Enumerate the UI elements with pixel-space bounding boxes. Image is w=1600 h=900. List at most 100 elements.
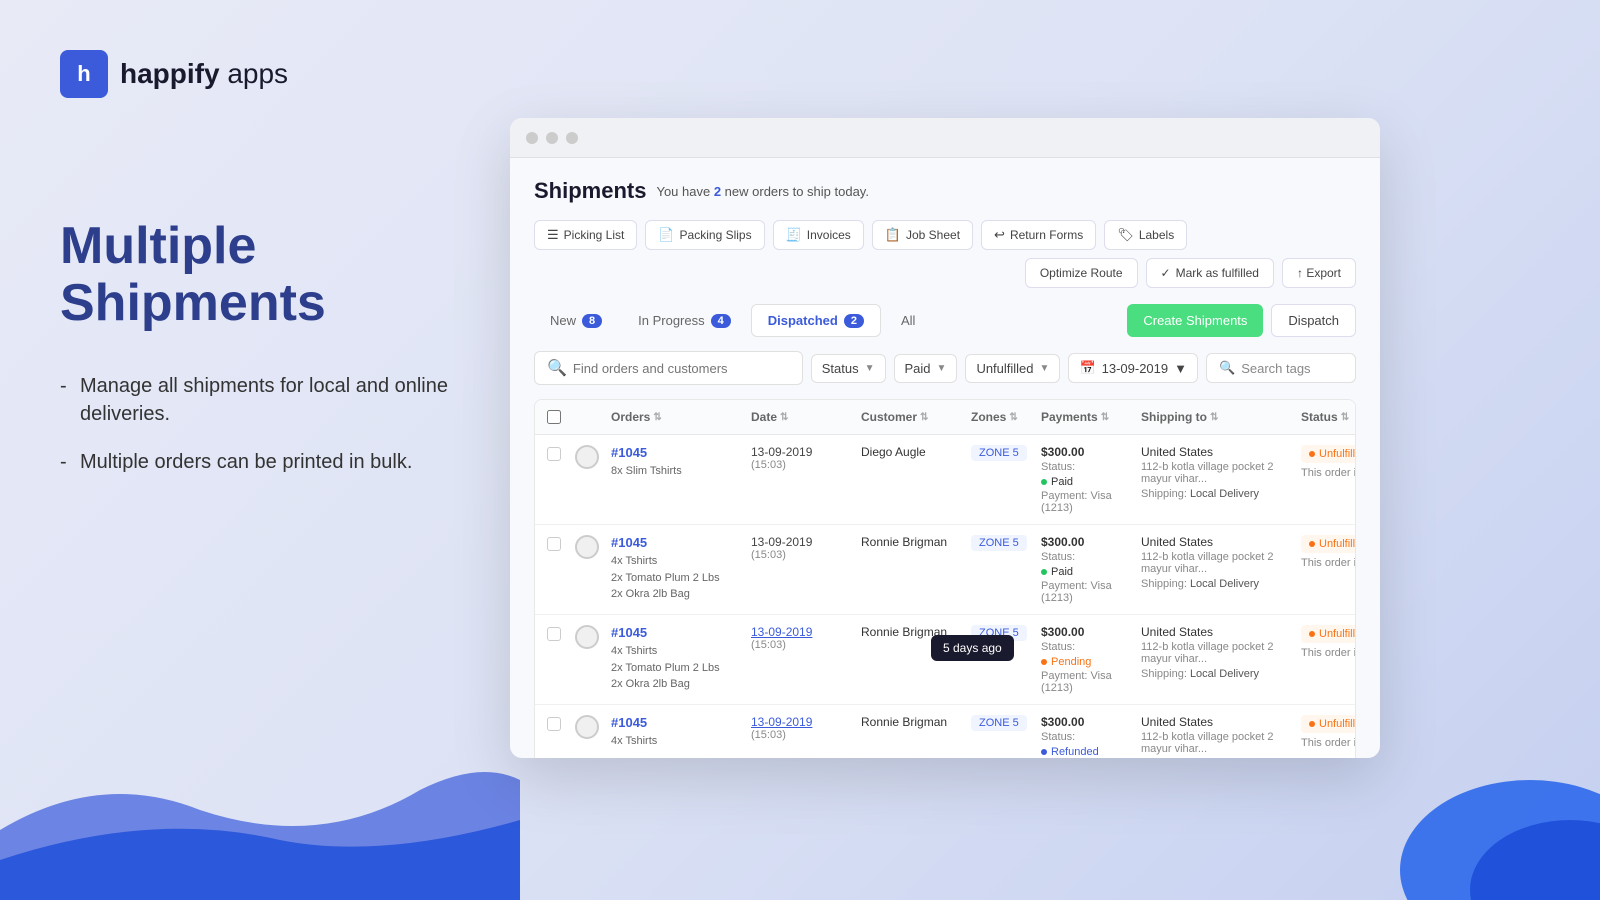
row2-checkbox[interactable] (547, 537, 561, 551)
table-row: #1045 4x Tshirts 13-09-2019 (15:03) Ronn… (535, 705, 1355, 758)
row1-status-dot[interactable] (575, 445, 611, 469)
status-filter[interactable]: Status ▼ (811, 354, 886, 383)
tab-dispatched-label: Dispatched (768, 313, 838, 328)
header-shipping[interactable]: Shipping to ⇅ (1141, 410, 1301, 424)
labels-button[interactable]: 🏷 Labels (1104, 220, 1187, 250)
row1-unshipped-text: This order is unshipped (1301, 467, 1356, 479)
row4-shipping-country: United States (1141, 715, 1301, 729)
row1-paid-label: Paid (1051, 476, 1073, 488)
row2-customer: Ronnie Brigman (861, 535, 971, 549)
row2-shipping-type-cell: Shipping: Local Delivery (1141, 578, 1301, 590)
row4-customer: Ronnie Brigman (861, 715, 971, 729)
row2-status-dot[interactable] (575, 535, 611, 559)
row1-order-link[interactable]: #1045 (611, 445, 751, 460)
page-header: Shipments You have 2 new orders to ship … (534, 178, 1356, 204)
row3-amount: $300.00 (1041, 625, 1141, 639)
row1-status-cell: Unfulfilled This order is unshipped (1301, 445, 1356, 479)
job-sheet-button[interactable]: 📋 Job Sheet (872, 220, 973, 250)
row2-zone: ZONE 5 (971, 535, 1041, 551)
row3-checkbox[interactable] (547, 627, 561, 641)
maximize-dot[interactable] (566, 132, 578, 144)
row1-order-items: 8x Slim Tshirts (611, 463, 751, 480)
row1-date-cell: 13-09-2019 (15:03) (751, 445, 861, 471)
bullets-list: Manage all shipments for local and onlin… (60, 372, 460, 476)
row1-checkbox-cell[interactable] (547, 445, 575, 461)
dispatch-button[interactable]: Dispatch (1271, 304, 1356, 337)
row3-order-link[interactable]: #1045 (611, 625, 751, 640)
tab-new-badge: 8 (582, 314, 602, 328)
header-customer[interactable]: Customer ⇅ (861, 410, 971, 424)
invoices-button[interactable]: 🧾 Invoices (773, 220, 864, 250)
row2-payment-status-label: Status: (1041, 551, 1141, 563)
search-input[interactable] (573, 361, 790, 376)
search-tags-box[interactable]: 🔍 Search tags (1206, 353, 1356, 383)
export-button[interactable]: ↑ Export (1282, 258, 1356, 288)
header-date[interactable]: Date ⇅ (751, 410, 861, 424)
picking-list-button[interactable]: ☰ Picking List (534, 220, 637, 250)
row2-status-cell: Unfulfilled This order is unshipped (1301, 535, 1356, 569)
tab-all[interactable]: All (885, 305, 931, 336)
row4-checkbox[interactable] (547, 717, 561, 731)
row3-time: (15:03) (751, 639, 861, 651)
header-checkbox[interactable] (547, 410, 575, 424)
date-sort-icon: ⇅ (780, 412, 788, 423)
tab-dispatched[interactable]: Dispatched 2 (751, 304, 881, 337)
row1-shipping-country: United States (1141, 445, 1301, 459)
row3-date: 13-09-2019 (751, 625, 861, 639)
row1-customer: Diego Augle (861, 445, 971, 459)
fulfillment-filter[interactable]: Unfulfilled ▼ (965, 354, 1060, 383)
search-box[interactable]: 🔍 (534, 351, 803, 385)
optimize-route-button[interactable]: Optimize Route (1025, 258, 1138, 288)
row2-shipping-cell: United States 112-b kotla village pocket… (1141, 535, 1301, 590)
paid-filter-arrow: ▼ (937, 363, 947, 374)
create-shipments-button[interactable]: Create Shipments (1127, 304, 1263, 337)
tabs-right: Create Shipments Dispatch (1127, 304, 1356, 337)
bullet-2: Multiple orders can be printed in bulk. (60, 448, 460, 476)
tab-new[interactable]: New 8 (534, 305, 618, 336)
row3-tooltip: 5 days ago (931, 635, 1014, 661)
paid-filter[interactable]: Paid ▼ (894, 354, 958, 383)
tab-new-label: New (550, 313, 576, 328)
invoices-icon: 🧾 (786, 227, 802, 243)
header-orders[interactable]: Orders ⇅ (611, 410, 751, 424)
row4-shipping-cell: United States 112-b kotla village pocket… (1141, 715, 1301, 758)
row2-payment-badge: Paid (1041, 566, 1073, 578)
row4-refunded-dot (1041, 749, 1047, 755)
tab-in-progress[interactable]: In Progress 4 (622, 305, 747, 336)
row1-checkbox[interactable] (547, 447, 561, 461)
close-dot[interactable] (526, 132, 538, 144)
return-forms-icon: ↩ (994, 227, 1005, 243)
customer-sort-icon: ⇅ (920, 412, 928, 423)
minimize-dot[interactable] (546, 132, 558, 144)
row1-zone-badge: ZONE 5 (971, 445, 1027, 461)
row3-shipping-type-cell: Shipping: Local Delivery (1141, 668, 1301, 680)
return-forms-button[interactable]: ↩ Return Forms (981, 220, 1096, 250)
row4-checkbox-cell[interactable] (547, 715, 575, 731)
row4-status-dot[interactable] (575, 715, 611, 739)
header-status[interactable]: Status ⇅ (1301, 410, 1356, 424)
row3-order-cell: #1045 4x Tshirts 2x Tomato Plum 2 Lbs 2x… (611, 625, 751, 693)
fulfillment-filter-label: Unfulfilled (976, 361, 1033, 376)
tab-in-progress-badge: 4 (711, 314, 731, 328)
date-filter[interactable]: 📅 13-09-2019 ▼ (1068, 353, 1198, 383)
row1-shipping-cell: United States 112-b kotla village pocket… (1141, 445, 1301, 500)
row4-amount: $300.00 (1041, 715, 1141, 729)
row4-order-items: 4x Tshirts (611, 733, 751, 750)
header-payments[interactable]: Payments ⇅ (1041, 410, 1141, 424)
mark-fulfilled-button[interactable]: ✓ Mark as fulfilled (1146, 258, 1274, 288)
shipping-sort-icon: ⇅ (1210, 412, 1218, 423)
row2-checkbox-cell[interactable] (547, 535, 575, 551)
page-title-area: Shipments You have 2 new orders to ship … (534, 178, 869, 204)
table-row: #1045 8x Slim Tshirts 13-09-2019 (15:03)… (535, 435, 1355, 525)
row3-checkbox-cell[interactable] (547, 625, 575, 641)
row1-shipping-type-cell: Shipping: Local Delivery (1141, 488, 1301, 500)
packing-slips-button[interactable]: 📄 Packing Slips (645, 220, 764, 250)
header-zones[interactable]: Zones ⇅ (971, 410, 1041, 424)
page-title: Shipments (534, 178, 646, 204)
fulfillment-filter-arrow: ▼ (1040, 363, 1050, 374)
row2-order-link[interactable]: #1045 (611, 535, 751, 550)
row4-order-link[interactable]: #1045 (611, 715, 751, 730)
packing-slips-icon: 📄 (658, 227, 674, 243)
checkmark-icon: ✓ (1161, 266, 1171, 280)
row3-status-dot[interactable] (575, 625, 611, 649)
